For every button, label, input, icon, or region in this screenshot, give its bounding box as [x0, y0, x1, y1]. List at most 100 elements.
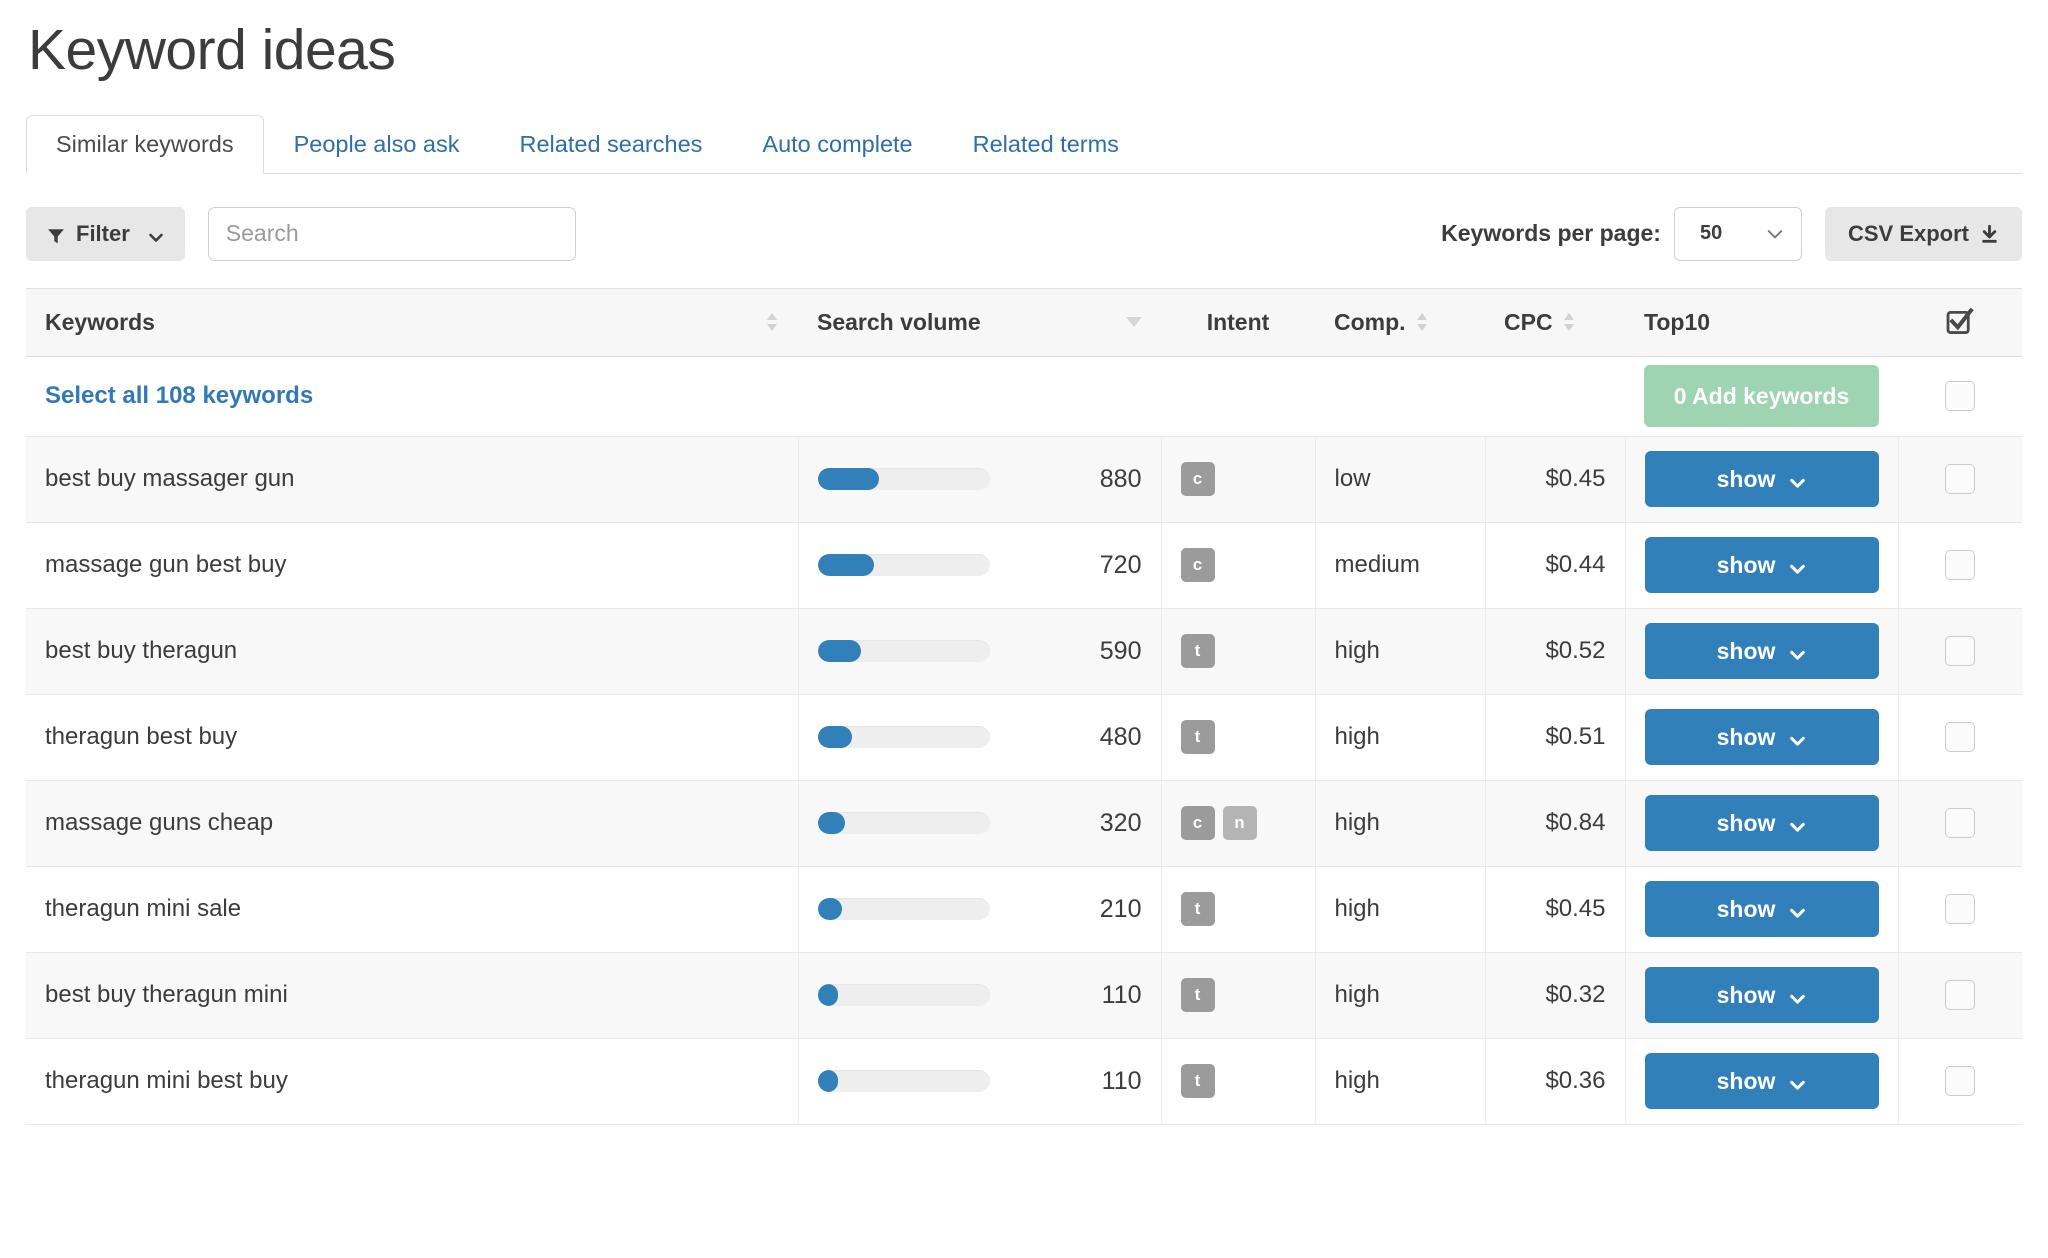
sort-descending-icon[interactable]	[1114, 317, 1142, 328]
tab-related-terms[interactable]: Related terms	[943, 115, 1149, 174]
chevron-down-icon	[1789, 643, 1806, 660]
cell-top10: show	[1625, 694, 1898, 780]
column-label-comp: Comp.	[1334, 309, 1406, 336]
volume-bar-fill	[818, 898, 842, 920]
tab-related-searches[interactable]: Related searches	[490, 115, 733, 174]
cell-keyword[interactable]: best buy massager gun	[26, 436, 798, 522]
cell-cpc: $0.44	[1485, 522, 1625, 608]
tab-people-also-ask[interactable]: People also ask	[264, 115, 490, 174]
show-top10-button[interactable]: show	[1645, 967, 1879, 1023]
cell-row-checkbox	[1898, 1038, 2022, 1124]
intent-badge-n: n	[1223, 806, 1257, 840]
cell-top10: show	[1625, 608, 1898, 694]
select-all-checkbox-icon[interactable]	[1946, 308, 1974, 336]
column-header-comp[interactable]: Comp.	[1315, 288, 1485, 356]
volume-bar-fill	[818, 554, 875, 576]
chevron-down-icon	[1789, 471, 1806, 488]
csv-export-button[interactable]: CSV Export	[1825, 207, 2022, 261]
show-top10-button[interactable]: show	[1645, 451, 1879, 507]
keywords-per-page-select[interactable]: 50	[1674, 207, 1802, 261]
select-all-row-checkbox[interactable]	[1945, 381, 1975, 411]
show-label: show	[1717, 896, 1776, 923]
table-row: theragun best buy 480 t high $0.51	[26, 694, 2022, 780]
cell-intent: t	[1161, 952, 1315, 1038]
table-row: theragun mini best buy 110 t high $0.36	[26, 1038, 2022, 1124]
show-top10-button[interactable]: show	[1645, 1053, 1879, 1109]
table-body: Select all 108 keywords 0 Add keywords b…	[26, 356, 2022, 1124]
keyword-ideas-page: Keyword ideas Similar keywords People al…	[0, 18, 2048, 1125]
column-header-keywords[interactable]: Keywords	[26, 288, 798, 356]
column-header-search-volume[interactable]: Search volume	[798, 288, 1161, 356]
keywords-per-page-value: 50	[1675, 222, 1722, 245]
chevron-down-icon	[1789, 729, 1806, 746]
cell-intent: c	[1161, 436, 1315, 522]
table-row: massage gun best buy 720 c medium $0.44	[26, 522, 2022, 608]
cell-search-volume: 590	[798, 608, 1161, 694]
row-checkbox[interactable]	[1945, 636, 1975, 666]
cell-cpc: $0.45	[1485, 436, 1625, 522]
csv-export-label: CSV Export	[1848, 221, 1969, 247]
show-label: show	[1717, 810, 1776, 837]
chevron-down-icon	[1789, 987, 1806, 1004]
row-checkbox[interactable]	[1945, 1066, 1975, 1096]
cell-comp: high	[1315, 952, 1485, 1038]
show-top10-button[interactable]: show	[1645, 537, 1879, 593]
cell-keyword[interactable]: best buy theragun	[26, 608, 798, 694]
volume-value: 880	[1006, 465, 1142, 494]
show-top10-button[interactable]: show	[1645, 623, 1879, 679]
tab-auto-complete[interactable]: Auto complete	[732, 115, 942, 174]
column-header-top10: Top10	[1625, 288, 1898, 356]
show-top10-button[interactable]: show	[1645, 795, 1879, 851]
volume-bar-track	[818, 1070, 990, 1092]
column-label-intent: Intent	[1207, 309, 1270, 336]
sort-both-icon[interactable]	[1562, 312, 1576, 332]
cell-top10: show	[1625, 522, 1898, 608]
intent-badge-c: c	[1181, 806, 1215, 840]
column-header-select-all[interactable]	[1898, 288, 2022, 356]
cell-keyword[interactable]: theragun best buy	[26, 694, 798, 780]
volume-value: 210	[1006, 895, 1142, 924]
volume-value: 720	[1006, 551, 1142, 580]
row-checkbox[interactable]	[1945, 722, 1975, 752]
funnel-icon	[47, 225, 65, 243]
tab-similar-keywords[interactable]: Similar keywords	[26, 115, 264, 174]
row-checkbox[interactable]	[1945, 808, 1975, 838]
keywords-per-page-label: Keywords per page:	[1441, 220, 1661, 247]
cell-keyword[interactable]: theragun mini best buy	[26, 1038, 798, 1124]
search-input[interactable]	[208, 207, 576, 261]
cell-intent: cn	[1161, 780, 1315, 866]
row-checkbox[interactable]	[1945, 550, 1975, 580]
column-header-cpc[interactable]: CPC	[1485, 288, 1625, 356]
cell-keyword[interactable]: massage guns cheap	[26, 780, 798, 866]
cell-cpc: $0.32	[1485, 952, 1625, 1038]
show-label: show	[1717, 1068, 1776, 1095]
cell-cpc: $0.84	[1485, 780, 1625, 866]
volume-bar-track	[818, 726, 990, 748]
intent-badge-t: t	[1181, 634, 1215, 668]
cell-cpc: $0.36	[1485, 1038, 1625, 1124]
row-checkbox[interactable]	[1945, 464, 1975, 494]
cell-cpc: $0.45	[1485, 866, 1625, 952]
volume-value: 110	[1006, 981, 1142, 1010]
add-keywords-button[interactable]: 0 Add keywords	[1644, 365, 1879, 427]
toolbar-right-group: Keywords per page: 50 CSV Export	[1441, 207, 2022, 261]
chevron-down-icon	[1789, 557, 1806, 574]
cell-keyword[interactable]: best buy theragun mini	[26, 952, 798, 1038]
cell-keyword[interactable]: massage gun best buy	[26, 522, 798, 608]
sort-both-icon[interactable]	[753, 312, 779, 332]
chevron-down-icon	[1789, 901, 1806, 918]
show-top10-button[interactable]: show	[1645, 709, 1879, 765]
cell-search-volume: 110	[798, 1038, 1161, 1124]
filter-button[interactable]: Filter	[26, 207, 185, 261]
cell-keyword[interactable]: theragun mini sale	[26, 866, 798, 952]
cell-row-checkbox	[1898, 780, 2022, 866]
row-checkbox[interactable]	[1945, 894, 1975, 924]
volume-value: 320	[1006, 809, 1142, 838]
sort-both-icon[interactable]	[1415, 312, 1429, 332]
show-top10-button[interactable]: show	[1645, 881, 1879, 937]
select-all-row: Select all 108 keywords 0 Add keywords	[26, 356, 2022, 436]
cell-top10: show	[1625, 1038, 1898, 1124]
row-checkbox[interactable]	[1945, 980, 1975, 1010]
cell-top10: show	[1625, 952, 1898, 1038]
select-all-keywords-link[interactable]: Select all 108 keywords	[45, 382, 313, 409]
